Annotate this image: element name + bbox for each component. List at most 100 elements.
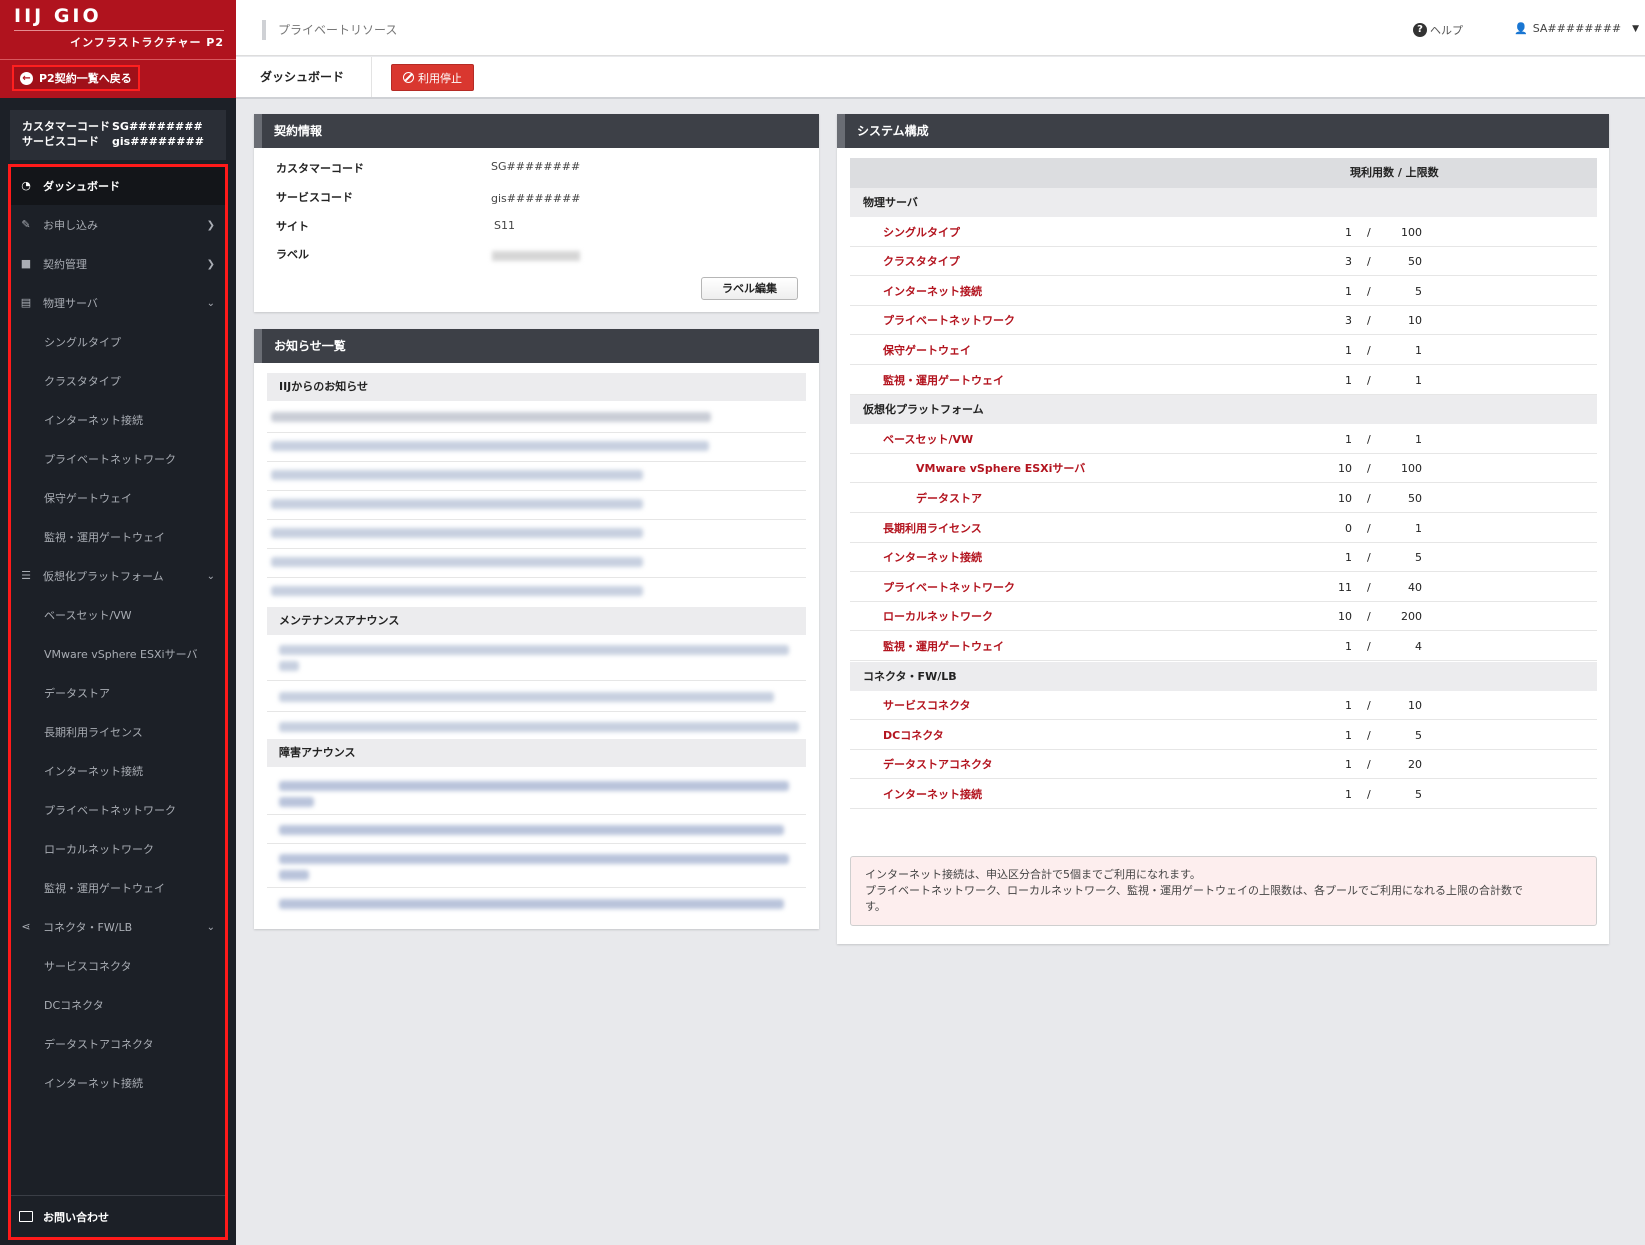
news-panel: お知らせ一覧 IIJからのお知らせ メンテナンスアナウンス 障害アナウンス (254, 329, 819, 929)
used-count: 1 (1345, 758, 1352, 772)
nav-dashboard[interactable]: ◔ ダッシュボード (11, 167, 225, 205)
nav-application[interactable]: ✎ お申し込み ❯ (11, 206, 225, 244)
nav-label: 契約管理 (43, 258, 87, 271)
slash-separator: / (1367, 758, 1371, 772)
news-item (279, 661, 299, 671)
news-item[interactable] (279, 825, 784, 835)
resource-link[interactable]: 監視・運用ゲートウェイ (883, 366, 1004, 395)
nav-label: プライベートネットワーク (44, 453, 176, 466)
back-to-contracts-button[interactable]: ← P2契約一覧へ戻る (12, 65, 140, 91)
system-config-panel: システム構成 現利用数 / 上限数 物理サーバ シングルタイプ 1/100 クラスタタ… (837, 114, 1609, 944)
resource-link[interactable]: ベースセット/VW (883, 425, 973, 454)
nav-local-network[interactable]: ローカルネットワーク (11, 830, 225, 868)
limit-count: 1 (1415, 521, 1422, 535)
note-box: インターネット接続は、申込区分合計で5個までご利用になれます。 プライベートネッ… (850, 856, 1597, 926)
resource-link[interactable]: サービスコネクタ (883, 691, 971, 720)
nav-label: VMware vSphere ESXiサーバ (44, 648, 198, 661)
news-item[interactable] (271, 470, 643, 480)
nav-label: 長期利用ライセンス (44, 726, 143, 739)
table-row: プライベートネットワーク 11 / 40 (850, 573, 1597, 602)
resource-link[interactable]: インターネット接続 (883, 277, 982, 306)
sidebar: IIJ GIO インフラストラクチャー P2 ← P2契約一覧へ戻る カスタマー… (0, 0, 236, 1245)
news-item[interactable] (279, 722, 799, 732)
limit-count: 5 (1415, 284, 1422, 298)
news-item[interactable] (279, 781, 789, 791)
nav-private-network[interactable]: プライベートネットワーク (11, 791, 225, 829)
resource-link[interactable]: DCコネクタ (883, 721, 944, 750)
nav-monitoring-gateway[interactable]: 監視・運用ゲートウェイ (11, 518, 225, 556)
news-item[interactable] (271, 557, 643, 567)
nav-datastore[interactable]: データストア (11, 674, 225, 712)
resource-link[interactable]: VMware vSphere ESXiサーバ (916, 454, 1085, 483)
news-item[interactable] (279, 854, 789, 864)
nav-virtualization-platform[interactable]: ☰ 仮想化プラットフォーム ⌄ (11, 557, 225, 595)
nav-esxi-server[interactable]: VMware vSphere ESXiサーバ (11, 635, 225, 673)
resource-link[interactable]: ローカルネットワーク (883, 602, 993, 631)
note-line: プライベートネットワーク、ローカルネットワーク、監視・運用ゲートウェイの上限数は… (865, 884, 1524, 897)
news-item[interactable] (279, 899, 784, 909)
resource-link[interactable]: 保守ゲートウェイ (883, 336, 971, 365)
slash-separator: / (1367, 462, 1371, 476)
tab-dashboard[interactable]: ダッシュボード (236, 57, 372, 97)
news-item[interactable] (271, 412, 711, 422)
breadcrumb: プライベートリソース (262, 20, 397, 40)
resource-link[interactable]: 長期利用ライセンス (883, 514, 982, 543)
nav-contract-management[interactable]: ■ 契約管理 ❯ (11, 245, 225, 283)
contact-link[interactable]: お問い合わせ (11, 1195, 225, 1237)
nav-maintenance-gateway[interactable]: 保守ゲートウェイ (11, 479, 225, 517)
news-item[interactable] (271, 441, 709, 451)
nav-datastore-connector[interactable]: データストアコネクタ (11, 1025, 225, 1063)
news-section-iij: IIJからのお知らせ (267, 373, 806, 401)
nav-label: コネクタ・FW/LB (43, 921, 133, 934)
nav-service-connector[interactable]: サービスコネクタ (11, 947, 225, 985)
nav-physical-server[interactable]: ▤ 物理サーバ ⌄ (11, 284, 225, 322)
table-row: ローカルネットワーク 10 / 200 (850, 602, 1597, 632)
news-item[interactable] (271, 586, 643, 596)
divider (267, 577, 806, 578)
nav-long-term-license[interactable]: 長期利用ライセンス (11, 713, 225, 751)
nav-label: ローカルネットワーク (44, 843, 154, 856)
nav-internet-connection[interactable]: インターネット接続 (11, 1064, 225, 1102)
resource-link[interactable]: シングルタイプ (883, 218, 960, 247)
service-code-value: gis######## (491, 192, 581, 205)
help-link[interactable]: ? ヘルプ (1413, 22, 1463, 38)
label-edit-button[interactable]: ラベル編集 (701, 277, 798, 300)
nav-internet-connection[interactable]: インターネット接続 (11, 401, 225, 439)
used-count: 10 (1338, 462, 1352, 476)
news-item[interactable] (279, 645, 789, 655)
resource-link[interactable]: データストア (916, 484, 982, 513)
resource-link[interactable]: データストアコネクタ (883, 750, 993, 779)
customer-code-label: カスタマーコード (22, 120, 110, 133)
nav-label: データストアコネクタ (44, 1038, 154, 1051)
news-item[interactable] (271, 528, 643, 538)
divider (267, 843, 806, 844)
resource-link[interactable]: プライベートネットワーク (883, 573, 1015, 602)
news-item[interactable] (271, 499, 643, 509)
slash-separator: / (1367, 314, 1371, 328)
nav-label: 保守ゲートウェイ (44, 492, 132, 505)
nav-monitoring-gateway[interactable]: 監視・運用ゲートウェイ (11, 869, 225, 907)
nav-internet-connection[interactable]: インターネット接続 (11, 752, 225, 790)
service-code-label: サービスコード (22, 135, 99, 148)
resource-link[interactable]: クラスタタイプ (883, 247, 960, 276)
table-row: インターネット接続 1 / 5 (850, 543, 1597, 573)
resource-link[interactable]: インターネット接続 (883, 543, 982, 572)
nav-private-network[interactable]: プライベートネットワーク (11, 440, 225, 478)
resource-link[interactable]: インターネット接続 (883, 780, 982, 809)
nav-connector-fwlb[interactable]: ⋖ コネクタ・FW/LB ⌄ (11, 908, 225, 946)
limit-count: 5 (1415, 551, 1422, 565)
resource-link[interactable]: 監視・運用ゲートウェイ (883, 632, 1004, 661)
limit-count: 100 (1401, 225, 1422, 239)
used-count: 1 (1345, 551, 1352, 565)
nav-dc-connector[interactable]: DCコネクタ (11, 986, 225, 1024)
nav-single-type[interactable]: シングルタイプ (11, 323, 225, 361)
news-item[interactable] (279, 692, 774, 702)
user-menu[interactable]: 👤 SA######## ▼ (1514, 22, 1639, 35)
stop-usage-button[interactable]: 利用停止 (391, 64, 474, 91)
resource-link[interactable]: プライベートネットワーク (883, 306, 1015, 335)
nav-baseset-vw[interactable]: ベースセット/VW (11, 596, 225, 634)
used-count: 1 (1345, 788, 1352, 801)
note-line: インターネット接続は、申込区分合計で5個までご利用になれます。 (865, 868, 1201, 881)
slash-separator: / (1367, 551, 1371, 565)
nav-cluster-type[interactable]: クラスタタイプ (11, 362, 225, 400)
